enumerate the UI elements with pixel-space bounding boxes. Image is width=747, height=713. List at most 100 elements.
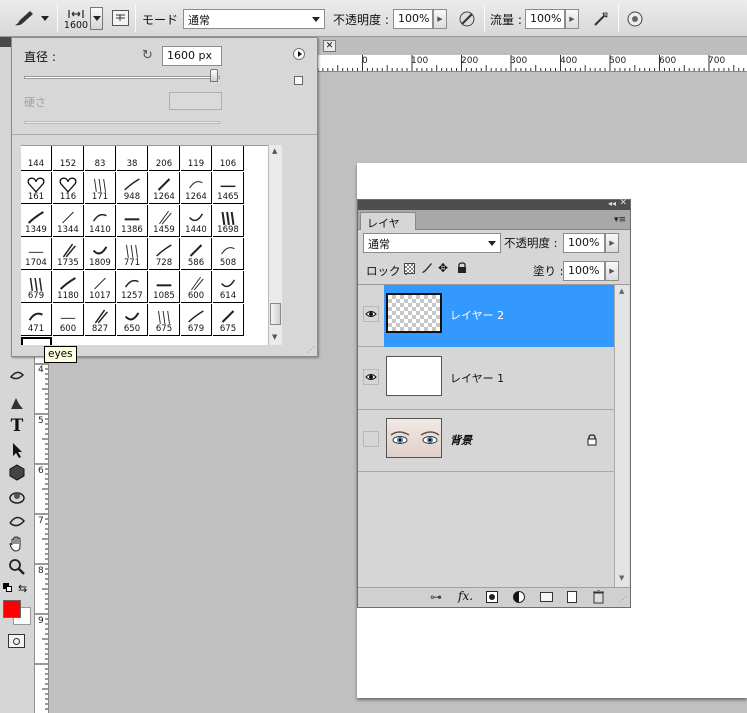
type-tool-icon[interactable]: T	[6, 415, 28, 437]
foreground-color-swatch[interactable]	[3, 600, 21, 618]
3d-rotate-tool-icon[interactable]	[6, 487, 28, 509]
brush-preset-cell[interactable]: 1600	[21, 337, 52, 345]
quick-mask-icon[interactable]	[8, 634, 25, 648]
brush-preset-cell[interactable]: 614	[213, 271, 244, 303]
mode-select[interactable]: 通常	[183, 9, 325, 29]
brush-preset-cell[interactable]: 827	[85, 304, 116, 336]
brush-size-preview[interactable]: 1600	[63, 4, 89, 34]
brush-preset-cell[interactable]: 1809	[85, 238, 116, 270]
brush-preset-cell[interactable]: 38	[117, 146, 148, 171]
collapse-panel-icon[interactable]: ◂◂	[608, 199, 616, 208]
lock-all-icon[interactable]	[457, 262, 467, 274]
lock-position-icon[interactable]: ✥	[438, 261, 448, 275]
swap-colors-icon[interactable]: ⇆	[18, 582, 27, 595]
brush-picker-dropdown-button[interactable]	[90, 7, 103, 30]
new-layer-icon[interactable]	[567, 591, 577, 603]
panel-menu-icon[interactable]: ▾≡	[614, 215, 626, 225]
shape-tool-icon[interactable]	[6, 461, 28, 483]
brush-preset-cell[interactable]: 161	[21, 172, 52, 204]
brush-preset-cell[interactable]: 948	[117, 172, 148, 204]
layer-name[interactable]: レイヤー 2	[450, 307, 504, 323]
layer-opacity-stepper-button[interactable]: ▶	[605, 233, 619, 253]
brush-preset-cell[interactable]: 1704	[21, 238, 52, 270]
pen-tool-icon[interactable]	[6, 392, 28, 414]
brush-preset-cell[interactable]: 106	[213, 146, 244, 171]
visibility-eye-icon[interactable]	[363, 306, 379, 322]
save-preset-icon[interactable]	[294, 76, 303, 85]
diameter-field[interactable]: 1600 px	[162, 46, 222, 66]
brush-preset-cell[interactable]: 1459	[149, 205, 180, 237]
fill-field[interactable]: 100%	[563, 261, 605, 281]
layer-name[interactable]: レイヤー 1	[450, 370, 504, 386]
brush-preset-cell[interactable]: 679	[181, 304, 212, 336]
layer-mask-icon[interactable]	[486, 591, 498, 603]
brush-preset-cell[interactable]: 206	[149, 146, 180, 171]
brush-preset-cell[interactable]: 1257	[117, 271, 148, 303]
close-panel-icon[interactable]: ✕	[619, 198, 627, 208]
zoom-tool-icon[interactable]	[6, 556, 28, 578]
flow-field[interactable]: 100%	[525, 9, 565, 29]
opacity-stepper-button[interactable]: ▶	[433, 9, 447, 29]
brush-preset-cell[interactable]: 1264	[181, 172, 212, 204]
brush-preset-cell[interactable]: 679	[21, 271, 52, 303]
brush-preset-cell[interactable]: 83	[85, 146, 116, 171]
popup-resize-grip[interactable]: ⋰	[307, 345, 317, 355]
layers-panel-header[interactable]: ◂◂ ✕	[358, 198, 630, 210]
tab-layers[interactable]: レイヤー	[360, 212, 416, 246]
brush-preset-cell[interactable]: 508	[213, 238, 244, 270]
brush-preset-cell[interactable]: 1344	[53, 205, 84, 237]
brush-preset-cell[interactable]: 1386	[117, 205, 148, 237]
fill-stepper-button[interactable]: ▶	[605, 261, 619, 281]
pressure-size-icon[interactable]	[624, 8, 646, 30]
brush-preset-cell[interactable]: 1440	[181, 205, 212, 237]
visibility-toggle-empty[interactable]	[363, 431, 379, 447]
flow-stepper-button[interactable]: ▶	[565, 9, 579, 29]
brush-preset-cell[interactable]: 650	[117, 304, 148, 336]
airbrush-icon[interactable]	[590, 8, 612, 30]
preset-grid-scrollbar[interactable]: ▲ ▼	[268, 145, 282, 345]
layer-row[interactable]: レイヤー 1	[358, 348, 614, 410]
brush-preset-cell[interactable]: 116	[53, 172, 84, 204]
brush-preset-cell[interactable]: 144	[21, 146, 52, 171]
brush-preset-cell[interactable]: 728	[149, 238, 180, 270]
visibility-eye-icon[interactable]	[363, 369, 379, 385]
layer-opacity-field[interactable]: 100%	[563, 233, 605, 253]
brush-preset-cell[interactable]: 171	[85, 172, 116, 204]
brush-preset-cell[interactable]: 1735	[53, 238, 84, 270]
layer-row[interactable]: レイヤー 2	[358, 285, 614, 347]
brush-tool-preset-icon[interactable]	[10, 7, 50, 29]
brush-preset-cell[interactable]: 675	[149, 304, 180, 336]
layer-style-icon[interactable]: fx.	[458, 589, 473, 603]
brush-preset-cell[interactable]: 1349	[21, 205, 52, 237]
brush-preset-cell[interactable]: 1698	[213, 205, 244, 237]
adjustment-layer-icon[interactable]	[513, 591, 525, 603]
brush-preset-cell[interactable]: 1264	[149, 172, 180, 204]
brush-popup-menu-button[interactable]	[293, 48, 305, 60]
link-layers-icon[interactable]: ⊶	[430, 590, 442, 604]
layer-name[interactable]: 背景	[450, 432, 472, 448]
brush-preset-cell[interactable]: 1085	[149, 271, 180, 303]
brush-preset-cell[interactable]: 675	[213, 304, 244, 336]
brush-preset-cell[interactable]: 1465	[213, 172, 244, 204]
resize-grip[interactable]: ⋰	[619, 595, 627, 604]
layers-scrollbar[interactable]: ▲ ▼	[614, 285, 629, 587]
default-colors-icon[interactable]	[3, 583, 13, 593]
brush-preset-cell[interactable]: 586	[181, 238, 212, 270]
pressure-opacity-icon[interactable]	[456, 8, 478, 30]
brush-preset-cell[interactable]: 471	[21, 304, 52, 336]
brush-preset-cell[interactable]: 1410	[85, 205, 116, 237]
opacity-field[interactable]: 100%	[393, 9, 433, 29]
brush-preset-cell[interactable]: 771	[117, 238, 148, 270]
document-close-icon[interactable]: ✕	[323, 40, 336, 52]
lock-transparency-icon[interactable]	[404, 263, 415, 274]
lock-image-icon[interactable]	[420, 261, 434, 275]
brush-preset-cell[interactable]: 119	[181, 146, 212, 171]
brush-panel-toggle-icon[interactable]	[112, 10, 129, 26]
reset-size-icon[interactable]: ↻	[142, 48, 153, 63]
layer-row[interactable]: 背景	[358, 410, 614, 472]
brush-preset-cell[interactable]: 600	[181, 271, 212, 303]
path-selection-tool-icon[interactable]	[6, 439, 28, 461]
hand-tool-icon[interactable]	[6, 533, 28, 555]
blend-mode-select[interactable]: 通常	[363, 233, 501, 253]
diameter-slider-track[interactable]	[24, 76, 220, 79]
